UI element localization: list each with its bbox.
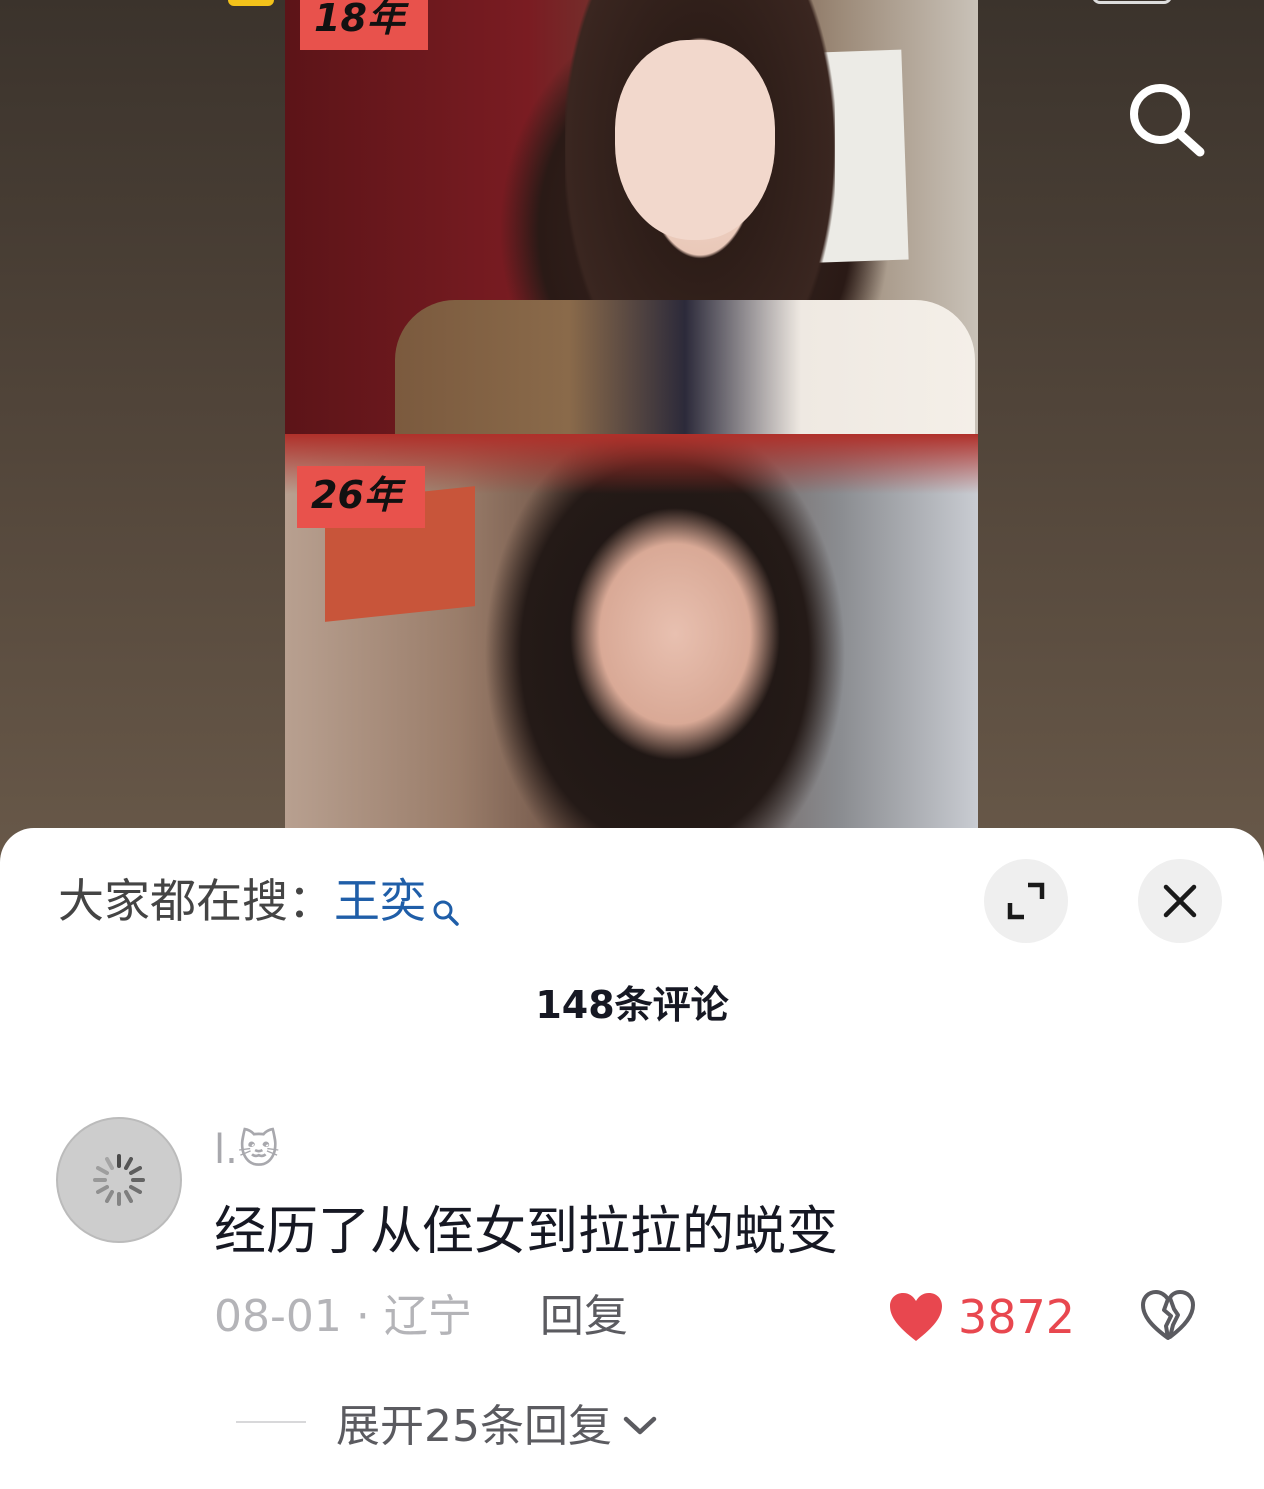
comment-location: 辽宁 [383,1291,472,1342]
close-icon [1163,884,1197,918]
year-badge-bottom: 26年 [297,466,425,528]
like-count: 3872 [958,1290,1076,1344]
video-frame-top[interactable] [285,0,978,434]
chevron-down-icon [622,1397,658,1448]
divider-line [236,1421,306,1423]
comment-meta: 08-01 · 辽宁 回复 [214,1284,628,1350]
battery-icon [1092,0,1172,4]
search-icon [432,878,460,944]
expand-icon [1007,882,1045,920]
hot-search-row[interactable]: 大家都在搜：王奕 [58,868,460,934]
comment-date: 08-01 [214,1291,342,1342]
reply-button[interactable]: 回复 [540,1291,628,1342]
search-icon [1130,84,1205,157]
hot-search-label: 大家都在搜： [58,874,334,928]
heart-icon [890,1293,942,1341]
loading-spinner-icon [93,1154,145,1206]
meta-separator: · [355,1291,370,1342]
expand-button[interactable] [984,859,1068,943]
notification-pill [228,0,274,6]
comment-username[interactable]: l.🐱 [214,1122,280,1178]
photo-detail [615,40,775,240]
hot-search-keyword[interactable]: 王奕 [334,874,426,928]
expand-replies-label: 展开25条回复 [336,1401,612,1452]
search-button[interactable] [1120,80,1212,160]
close-button[interactable] [1138,859,1222,943]
comment-count-title: 148条评论 [535,983,729,1027]
avatar[interactable] [56,1117,182,1243]
dislike-button[interactable] [1140,1288,1196,1344]
year-badge-top: 18年 [300,0,428,50]
like-button[interactable]: 3872 [888,1284,1075,1350]
broken-heart-icon [1141,1290,1195,1340]
photo-detail [395,300,975,434]
comment-text[interactable]: 经历了从侄女到拉拉的蜕变 [214,1196,838,1268]
expand-replies-button[interactable]: 展开25条回复 [236,1390,658,1454]
